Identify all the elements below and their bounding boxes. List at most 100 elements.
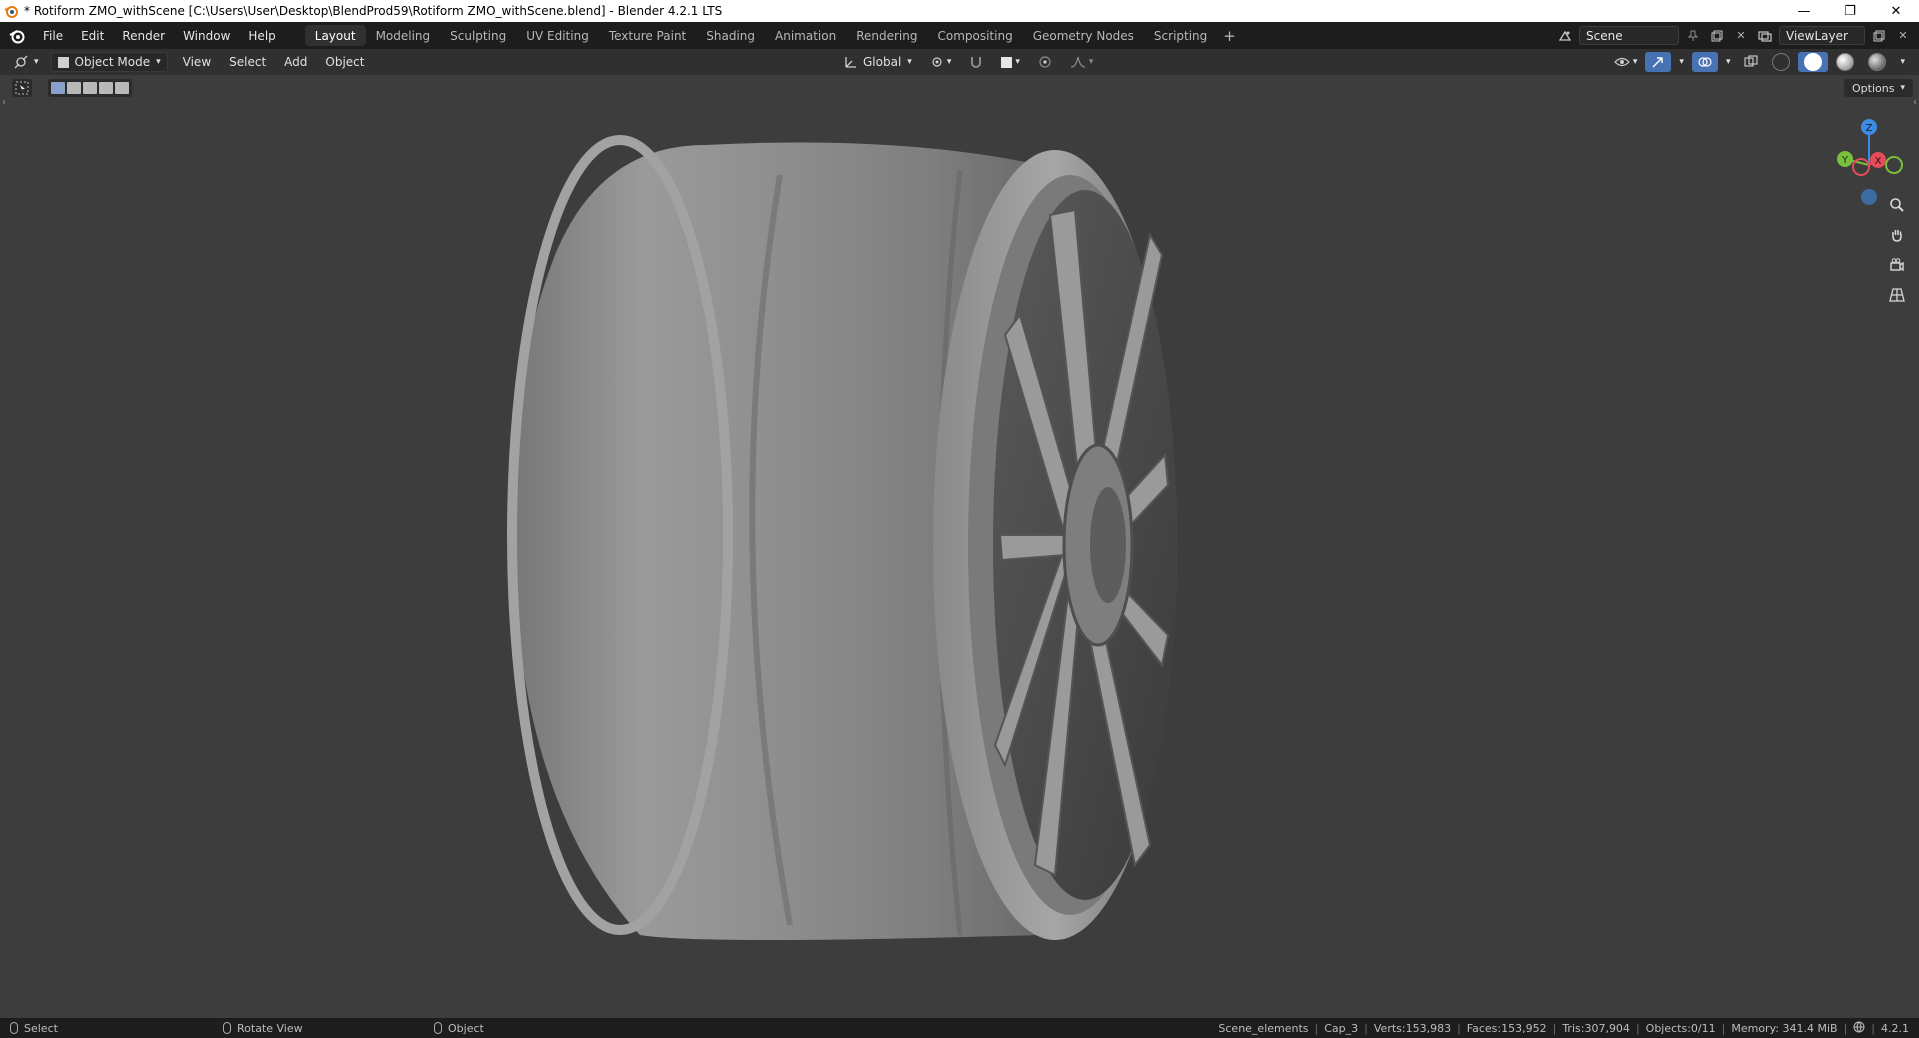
gizmo-arrow-icon bbox=[1652, 57, 1664, 68]
stat-tris: Tris:307,904 bbox=[1562, 1021, 1630, 1035]
shading-rendered-button[interactable] bbox=[1862, 52, 1892, 72]
tab-compositing[interactable]: Compositing bbox=[927, 25, 1022, 46]
orientation-axes-icon bbox=[845, 57, 856, 68]
hand-pan-icon[interactable] bbox=[1885, 223, 1909, 247]
add-workspace-button[interactable]: + bbox=[1217, 27, 1242, 45]
scene-icon[interactable] bbox=[1555, 26, 1575, 45]
gizmo-z-label: Z bbox=[1866, 123, 1873, 134]
hint-select: Select bbox=[10, 1022, 58, 1035]
solid-shading-icon bbox=[1804, 53, 1823, 71]
grid-perspective-icon[interactable] bbox=[1885, 283, 1909, 307]
gizmo-neg-x-axis bbox=[1852, 158, 1870, 176]
viewport-menu-select[interactable]: Select bbox=[220, 55, 275, 69]
tab-geometry-nodes[interactable]: Geometry Nodes bbox=[1023, 25, 1144, 46]
snap-square-icon bbox=[1001, 56, 1013, 68]
snap-target-dropdown[interactable]: ▾ bbox=[995, 52, 1026, 72]
scene-name-field[interactable]: Scene bbox=[1579, 26, 1679, 45]
blender-version: 4.2.1 bbox=[1881, 1021, 1909, 1035]
new-viewlayer-icon[interactable] bbox=[1869, 26, 1889, 45]
delete-viewlayer-icon[interactable]: ✕ bbox=[1893, 26, 1913, 45]
window-title-bar: * Rotiform ZMO_withScene [C:\Users\User\… bbox=[0, 0, 1919, 22]
gizmo-y-label: Y bbox=[1841, 155, 1849, 166]
blender-logo-icon bbox=[0, 0, 22, 22]
transform-controls: Global ▾ ▾ ▾ ▾ bbox=[838, 52, 1099, 72]
tab-layout[interactable]: Layout bbox=[304, 25, 366, 46]
xray-toggle[interactable] bbox=[1738, 52, 1764, 72]
menu-window[interactable]: Window bbox=[174, 29, 239, 43]
wheel-hub-center bbox=[1090, 487, 1126, 603]
menu-file[interactable]: File bbox=[34, 29, 72, 43]
transform-orientation-label: Global bbox=[863, 55, 902, 69]
hint-rotate-label: Rotate View bbox=[237, 1021, 303, 1035]
falloff-curve-icon bbox=[1070, 56, 1085, 68]
workspace-tabs: Layout Modeling Sculpting UV Editing Tex… bbox=[304, 22, 1242, 49]
window-title: * Rotiform ZMO_withScene [C:\Users\User\… bbox=[24, 4, 723, 18]
zoom-icon[interactable] bbox=[1885, 193, 1909, 217]
minimize-button[interactable]: — bbox=[1781, 0, 1827, 22]
gizmo-dropdown[interactable]: ▾ bbox=[1673, 52, 1690, 72]
tab-scripting[interactable]: Scripting bbox=[1144, 25, 1217, 46]
tab-modeling[interactable]: Modeling bbox=[366, 25, 441, 46]
shading-options-dropdown[interactable]: ▾ bbox=[1894, 52, 1911, 72]
3d-viewport[interactable]: Options ▾ › ‹ Z Y X bbox=[0, 75, 1919, 1018]
gizmo-neg-y-axis bbox=[1885, 156, 1903, 174]
tab-animation[interactable]: Animation bbox=[765, 25, 846, 46]
mouse-middle-icon bbox=[223, 1022, 231, 1034]
tab-rendering[interactable]: Rendering bbox=[846, 25, 927, 46]
pin-icon[interactable] bbox=[1683, 26, 1703, 45]
viewport-menu-add[interactable]: Add bbox=[275, 55, 316, 69]
close-button[interactable]: ✕ bbox=[1873, 0, 1919, 22]
viewport-menu-object[interactable]: Object bbox=[316, 55, 373, 69]
material-shading-icon bbox=[1836, 53, 1855, 71]
proportional-edit-toggle[interactable] bbox=[1032, 52, 1058, 72]
tab-shading[interactable]: Shading bbox=[696, 25, 765, 46]
shading-solid-button[interactable] bbox=[1798, 52, 1829, 72]
stat-faces: Faces:153,952 bbox=[1466, 1021, 1547, 1035]
visibility-dropdown[interactable]: ▾ bbox=[1608, 52, 1644, 72]
gizmo-toggle[interactable] bbox=[1645, 52, 1672, 72]
overlay-icon bbox=[1698, 57, 1712, 67]
proportional-edit-icon bbox=[1039, 56, 1051, 68]
viewlayer-icon[interactable] bbox=[1755, 26, 1775, 45]
camera-view-icon[interactable] bbox=[1885, 253, 1909, 277]
new-scene-icon[interactable] bbox=[1707, 26, 1727, 45]
snap-toggle[interactable] bbox=[963, 52, 989, 72]
menu-edit[interactable]: Edit bbox=[72, 29, 113, 43]
viewlayer-name-field[interactable]: ViewLayer bbox=[1779, 26, 1865, 45]
blender-menu-logo-icon[interactable] bbox=[0, 28, 34, 44]
maximize-button[interactable]: ❐ bbox=[1827, 0, 1873, 22]
menu-help[interactable]: Help bbox=[239, 29, 284, 43]
overlay-toggle[interactable] bbox=[1691, 52, 1718, 72]
tab-uv-editing[interactable]: UV Editing bbox=[516, 25, 599, 46]
rendered-shading-icon bbox=[1868, 53, 1887, 71]
wireframe-shading-icon bbox=[1772, 53, 1791, 71]
object-mode-icon bbox=[57, 56, 69, 68]
magnet-icon bbox=[971, 57, 982, 68]
scene-statistics: Scene_elements | Cap_3 | Verts:153,983 |… bbox=[1218, 1021, 1909, 1036]
gizmo-neg-z-axis bbox=[1861, 189, 1877, 205]
tab-sculpting[interactable]: Sculpting bbox=[440, 25, 516, 46]
hint-object-label: Object bbox=[448, 1021, 484, 1035]
stat-collection: Scene_elements bbox=[1218, 1021, 1309, 1035]
viewport-menu-view[interactable]: View bbox=[174, 55, 220, 69]
transform-orientation-dropdown[interactable]: Global ▾ bbox=[838, 52, 918, 72]
pivot-point-icon bbox=[932, 57, 942, 67]
shading-wireframe-button[interactable] bbox=[1766, 52, 1796, 72]
top-menu-bar: File Edit Render Window Help Layout Mode… bbox=[0, 22, 1919, 49]
falloff-dropdown[interactable]: ▾ bbox=[1064, 52, 1100, 72]
editor-type-icon[interactable]: ▾ bbox=[8, 52, 45, 72]
stat-active-object: Cap_3 bbox=[1324, 1021, 1359, 1035]
tab-texture-paint[interactable]: Texture Paint bbox=[599, 25, 696, 46]
overlay-dropdown[interactable]: ▾ bbox=[1720, 52, 1737, 72]
mouse-right-icon bbox=[434, 1022, 442, 1034]
stat-memory: Memory: 341.4 MiB bbox=[1731, 1021, 1838, 1035]
eye-icon bbox=[1614, 57, 1630, 67]
network-globe-icon[interactable] bbox=[1853, 1021, 1865, 1036]
object-mode-dropdown[interactable]: Object Mode ▾ bbox=[50, 52, 168, 72]
menu-render[interactable]: Render bbox=[113, 29, 174, 43]
viewport-display-controls: ▾ ▾ ▾ ▾ bbox=[1608, 52, 1911, 72]
object-mode-label: Object Mode bbox=[74, 55, 151, 69]
shading-material-button[interactable] bbox=[1830, 52, 1860, 72]
delete-scene-icon[interactable]: ✕ bbox=[1731, 26, 1751, 45]
pivot-point-dropdown[interactable]: ▾ bbox=[924, 52, 958, 72]
